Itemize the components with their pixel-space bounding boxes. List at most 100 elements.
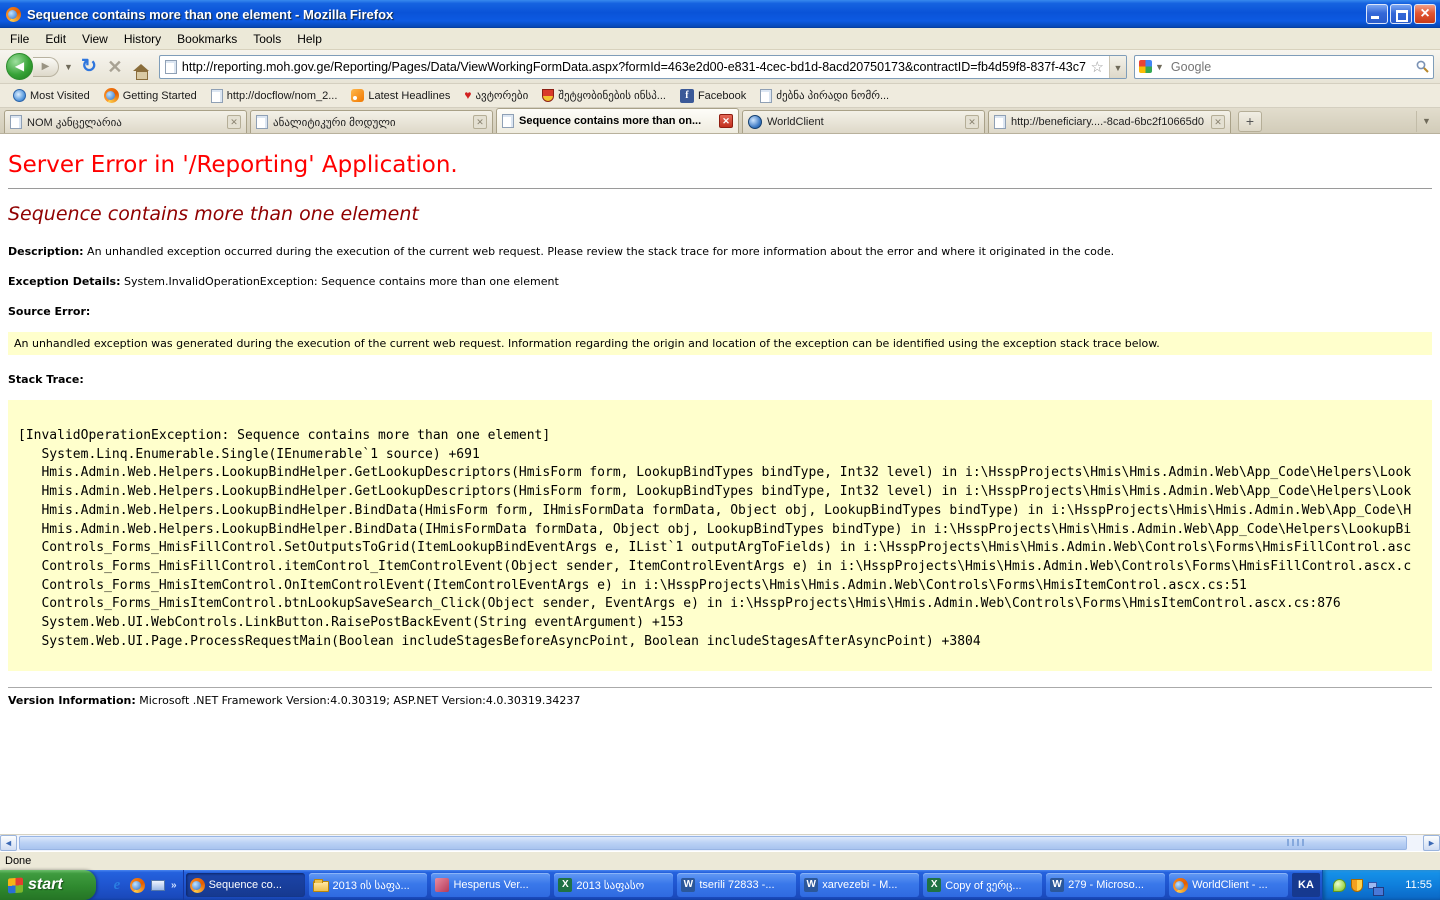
- stack-trace-line: System.Linq.Enumerable.Single(IEnumerabl…: [18, 446, 1432, 465]
- refresh-button[interactable]: ↻: [76, 54, 102, 80]
- bookmark-dzebna[interactable]: ძებნა პირადი ნომრ...: [753, 84, 896, 107]
- bookmark-most-visited[interactable]: Most Visited: [6, 84, 97, 107]
- firefox-icon[interactable]: [130, 878, 145, 893]
- stack-trace-label: Stack Trace:: [8, 373, 1432, 386]
- taskbar-item-sequence[interactable]: Sequence co...: [186, 873, 305, 897]
- version-information-label: Version Information:: [8, 694, 136, 707]
- restore-button[interactable]: [1390, 4, 1412, 24]
- globe-icon: [748, 115, 762, 129]
- stack-trace-box: [InvalidOperationException: Sequence con…: [8, 400, 1432, 671]
- crest-icon: [542, 89, 554, 102]
- scroll-right-button[interactable]: ►: [1423, 835, 1440, 851]
- excel-icon: X: [927, 878, 941, 892]
- menu-bookmarks[interactable]: Bookmarks: [169, 30, 245, 48]
- stack-trace-line: Controls_Forms_HmisItemControl.OnItemCon…: [18, 577, 1432, 596]
- taskbar-item-279[interactable]: W 279 - Microso...: [1046, 873, 1165, 897]
- tab-worldclient[interactable]: WorldClient ✕: [742, 110, 985, 133]
- tab-close-icon[interactable]: ✕: [965, 115, 979, 129]
- taskbar-item-worldclient[interactable]: WorldClient - ...: [1169, 873, 1288, 897]
- bookmark-star-icon[interactable]: ☆: [1086, 58, 1109, 76]
- divider: [8, 188, 1432, 189]
- taskbar-item-copy-of[interactable]: X Copy of ვერც...: [923, 873, 1042, 897]
- menu-bar: File Edit View History Bookmarks Tools H…: [0, 28, 1440, 50]
- tab-close-icon[interactable]: ✕: [473, 115, 487, 129]
- horizontal-scrollbar[interactable]: ◄ ►: [0, 834, 1440, 851]
- taskbar-item-xarvezebi[interactable]: W xarvezebi - M...: [800, 873, 919, 897]
- forward-button[interactable]: ▶: [33, 57, 59, 77]
- taskbar: start e » Sequence co... 2013 ის საფა...…: [0, 870, 1440, 900]
- tab-close-icon[interactable]: ✕: [227, 115, 241, 129]
- heart-icon: ♥: [464, 89, 471, 102]
- folder-icon: [313, 881, 329, 892]
- bookmark-docflow[interactable]: http://docflow/nom_2...: [204, 84, 345, 107]
- description-text: An unhandled exception occurred during t…: [84, 245, 1115, 258]
- security-shield-icon[interactable]: [1351, 879, 1363, 892]
- page-icon: [502, 114, 514, 128]
- menu-view[interactable]: View: [74, 30, 116, 48]
- tab-bar: NOM კანცელარია ✕ ანალიტიკური მოდული ✕ Se…: [0, 108, 1440, 134]
- stop-button[interactable]: ✕: [102, 54, 128, 80]
- history-dropdown-icon[interactable]: ▼: [61, 62, 76, 72]
- search-box[interactable]: ▼: [1134, 55, 1434, 79]
- page-icon: [165, 60, 177, 74]
- search-icon[interactable]: [1416, 60, 1429, 73]
- search-engine-dropdown-icon[interactable]: ▼: [1152, 62, 1167, 72]
- error-page-title: Server Error in '/Reporting' Application…: [8, 152, 1432, 178]
- new-tab-button[interactable]: +: [1238, 111, 1262, 132]
- bookmark-getting-started[interactable]: Getting Started: [97, 84, 204, 107]
- scroll-left-button[interactable]: ◄: [0, 835, 17, 851]
- menu-help[interactable]: Help: [289, 30, 330, 48]
- stack-trace-line: Hmis.Admin.Web.Helpers.LookupBindHelper.…: [18, 521, 1432, 540]
- taskbar-item-2013-folder[interactable]: 2013 ის საფა...: [309, 873, 428, 897]
- minimize-button[interactable]: [1366, 4, 1388, 24]
- firefox-window: Sequence contains more than one element …: [0, 0, 1440, 900]
- firefox-icon: [1173, 878, 1188, 893]
- quick-launch-chevron-icon[interactable]: »: [171, 880, 177, 891]
- menu-tools[interactable]: Tools: [245, 30, 289, 48]
- menu-file[interactable]: File: [2, 30, 37, 48]
- antivirus-tray-icon[interactable]: [1333, 879, 1346, 892]
- taskbar-item-2013-excel[interactable]: X 2013 საფასო: [554, 873, 673, 897]
- tab-analitikuri-moduli[interactable]: ანალიტიკური მოდული ✕: [250, 110, 493, 133]
- description-label: Description:: [8, 245, 84, 258]
- url-text[interactable]: http://reporting.moh.gov.ge/Reporting/Pa…: [182, 60, 1086, 74]
- menu-edit[interactable]: Edit: [37, 30, 74, 48]
- source-error-note: An unhandled exception was generated dur…: [8, 332, 1432, 355]
- quick-launch-bar: e »: [104, 870, 184, 900]
- application-icon: [435, 878, 449, 892]
- back-button[interactable]: ◀: [6, 53, 33, 80]
- internet-explorer-icon[interactable]: e: [110, 877, 124, 894]
- status-bar: Done: [0, 851, 1440, 870]
- tab-close-icon[interactable]: ✕: [1211, 115, 1225, 129]
- network-icon[interactable]: [1368, 882, 1377, 889]
- tab-close-icon[interactable]: ✕: [719, 114, 733, 128]
- taskbar-clock[interactable]: 11:55: [1405, 879, 1432, 891]
- tab-sequence-error[interactable]: Sequence contains more than on... ✕: [496, 108, 739, 133]
- bookmark-avtorebi[interactable]: ♥ ავტორები: [457, 84, 535, 107]
- scrollbar-track[interactable]: [17, 835, 1423, 851]
- facebook-icon: f: [680, 89, 694, 103]
- word-icon: W: [681, 878, 695, 892]
- taskbar-item-hesperus[interactable]: Hesperus Ver...: [431, 873, 550, 897]
- taskbar-item-tserili[interactable]: W tserili 72833 -...: [677, 873, 796, 897]
- scrollbar-thumb[interactable]: [19, 836, 1407, 850]
- exception-details-text: System.InvalidOperationException: Sequen…: [120, 275, 558, 288]
- language-indicator[interactable]: KA: [1292, 873, 1320, 897]
- search-input[interactable]: [1167, 60, 1416, 74]
- tab-beneficiary[interactable]: http://beneficiary....-8cad-6bc2f10665d0…: [988, 110, 1231, 133]
- list-all-tabs-button[interactable]: ▼: [1416, 111, 1436, 132]
- status-text: Done: [5, 855, 31, 867]
- bookmark-shetkobinebis[interactable]: შეტყობინების ინსპ...: [535, 84, 673, 107]
- url-bar[interactable]: http://reporting.moh.gov.ge/Reporting/Pa…: [159, 55, 1127, 79]
- stack-trace-line: Hmis.Admin.Web.Helpers.LookupBindHelper.…: [18, 464, 1432, 483]
- divider: [8, 687, 1432, 688]
- tab-nom-kancelaria[interactable]: NOM კანცელარია ✕: [4, 110, 247, 133]
- close-button[interactable]: [1414, 4, 1436, 24]
- mail-icon[interactable]: [151, 880, 165, 891]
- home-button[interactable]: [128, 54, 154, 80]
- menu-history[interactable]: History: [116, 30, 169, 48]
- bookmark-facebook[interactable]: f Facebook: [673, 84, 753, 107]
- start-button[interactable]: start: [0, 870, 96, 900]
- url-dropdown-button[interactable]: ▼: [1109, 56, 1126, 78]
- bookmark-latest-headlines[interactable]: Latest Headlines: [344, 84, 457, 107]
